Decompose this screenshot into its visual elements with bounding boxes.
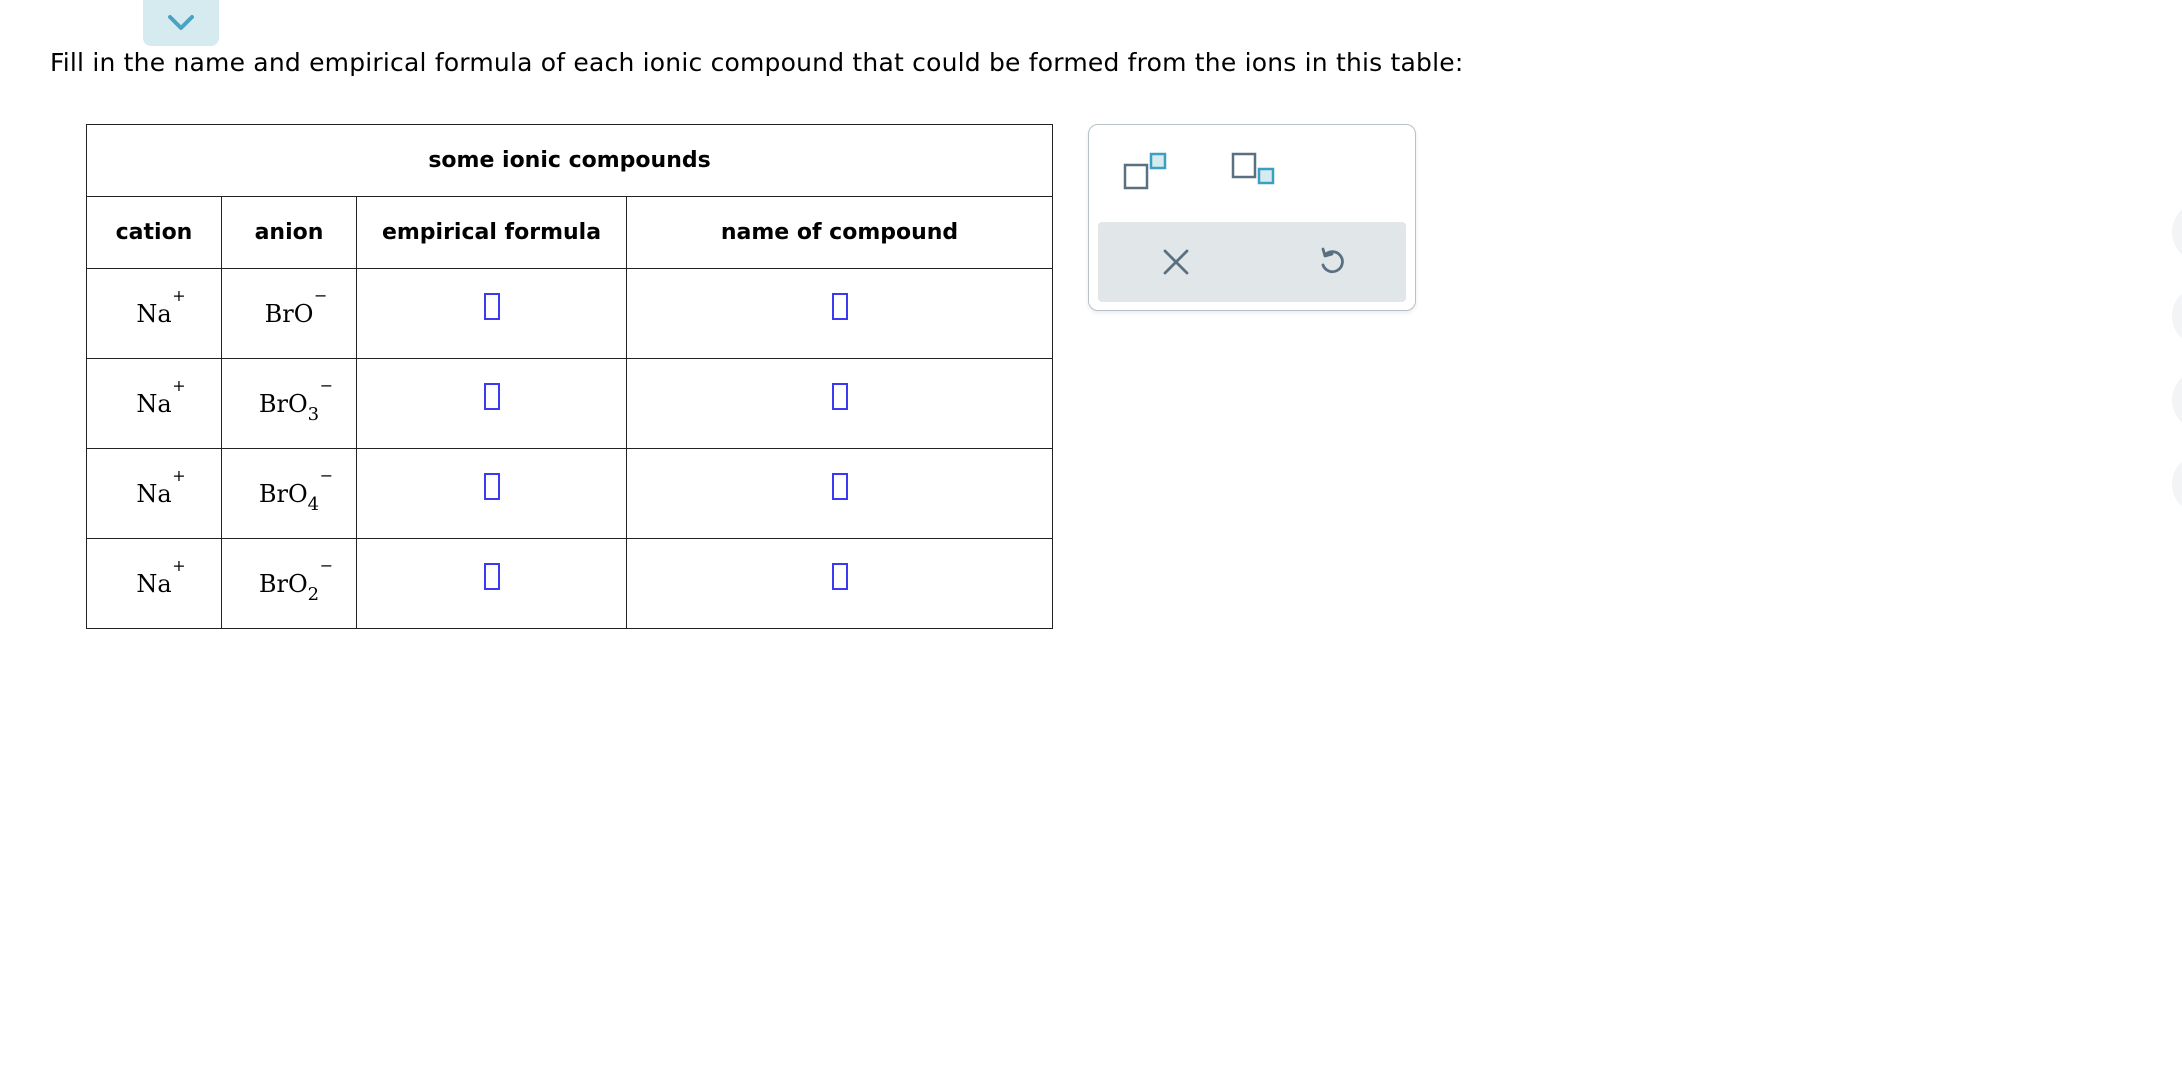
empirical-formula-cell [356,268,627,359]
cation-ion: Na + [136,285,186,328]
cation-ion: Na + [136,465,186,508]
empirical-formula-input[interactable] [483,473,500,500]
cation-cell: Na + [86,538,222,629]
table-row: Na + BrO4− [86,448,1054,539]
subscript-icon [1231,152,1275,185]
empirical-formula-cell [356,448,627,539]
header-cation: cation [86,196,222,269]
table-row: Na + BrO3− [86,358,1054,449]
close-icon [1163,249,1189,275]
clear-button[interactable] [1161,247,1191,281]
compound-name-cell [625,358,1054,449]
undo-icon [1321,247,1344,274]
cation-cell: Na + [86,358,222,449]
table-row: Na + BrO2− [86,538,1054,629]
side-nav-button[interactable] [2172,202,2182,262]
compound-name-cell [625,538,1054,629]
empirical-formula-cell [356,358,627,449]
answer-tools-palette [1088,124,1416,311]
compound-name-cell [625,448,1054,539]
empirical-formula-cell [356,538,627,629]
compound-name-input[interactable] [831,293,848,320]
cation-ion: Na + [136,555,186,598]
chevron-down-icon [168,15,194,30]
anion-ion: BrO2− [258,555,334,605]
empirical-formula-input[interactable] [483,293,500,320]
collapse-toggle-button[interactable] [143,0,219,46]
ionic-compounds-table: some ionic compounds cation anion empiri… [85,124,1054,629]
compound-name-input[interactable] [831,563,848,590]
anion-ion: BrO − [264,285,328,328]
table-row: Na + BrO − [86,268,1054,359]
header-anion: anion [221,196,357,269]
action-bar [1098,222,1406,302]
side-nav-button[interactable] [2172,370,2182,430]
anion-cell: BrO2− [221,538,357,629]
anion-ion: BrO4− [258,465,334,515]
superscript-button[interactable] [1123,151,1169,195]
table-caption: some ionic compounds [85,124,1054,197]
anion-ion: BrO3− [258,375,334,425]
empirical-formula-input[interactable] [483,383,500,410]
question-prompt: Fill in the name and empirical formula o… [50,48,1464,77]
subscript-button[interactable] [1231,151,1279,195]
cation-ion: Na + [136,375,186,418]
side-nav-button[interactable] [2172,286,2182,346]
side-nav-button[interactable] [2172,454,2182,514]
undo-button[interactable] [1316,246,1348,282]
empirical-formula-input[interactable] [483,563,500,590]
anion-cell: BrO4− [221,448,357,539]
header-name-of-compound: name of compound [625,196,1054,269]
compound-name-cell [625,268,1054,359]
anion-cell: BrO − [221,268,357,359]
compound-name-input[interactable] [831,473,848,500]
compound-name-input[interactable] [831,383,848,410]
header-empirical-formula: empirical formula [356,196,627,269]
anion-cell: BrO3− [221,358,357,449]
cation-cell: Na + [86,268,222,359]
cation-cell: Na + [86,448,222,539]
superscript-icon [1123,152,1167,190]
